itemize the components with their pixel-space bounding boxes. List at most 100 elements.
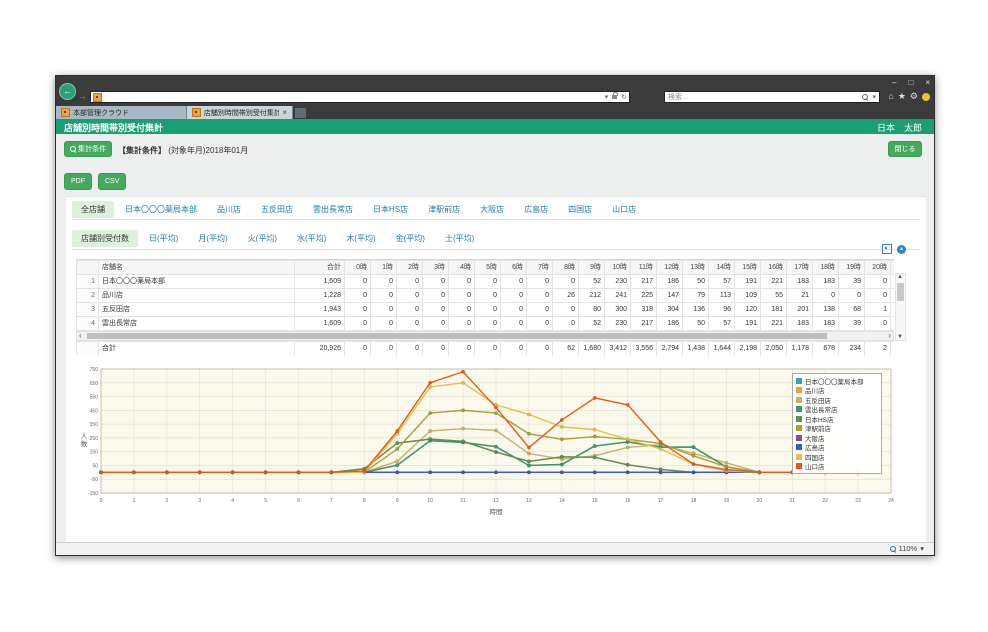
tab-close-icon[interactable]: × bbox=[279, 108, 287, 117]
svg-text:13: 13 bbox=[526, 498, 532, 504]
store-tab-10[interactable]: 山口店 bbox=[603, 201, 645, 218]
lock-icon bbox=[612, 95, 617, 99]
hour-total-cell: 2,794 bbox=[657, 342, 683, 356]
horizontal-scroll-thumb[interactable] bbox=[87, 333, 827, 339]
weekday-tab-2[interactable]: 月(平均) bbox=[189, 230, 236, 247]
forward-button[interactable]: → bbox=[78, 91, 87, 101]
horizontal-scrollbar[interactable]: ‹ › bbox=[76, 331, 894, 341]
row-number-header bbox=[77, 261, 99, 275]
hour-header: 13時 bbox=[683, 261, 709, 275]
hour-cell: 0 bbox=[501, 303, 527, 317]
legend-item: 津駅前店 bbox=[796, 424, 878, 434]
hour-total-cell: 1,680 bbox=[579, 342, 605, 356]
zoom-control[interactable]: 110% ▾ bbox=[890, 544, 924, 553]
browser-tab[interactable]: 本部管理クラウド bbox=[56, 106, 187, 119]
close-page-button[interactable]: 閉じる bbox=[888, 141, 922, 157]
store-tab-2[interactable]: 品川店 bbox=[208, 201, 250, 218]
hour-cell: 230 bbox=[605, 317, 631, 331]
hour-header: 21時 bbox=[891, 261, 895, 275]
zoom-dropdown-icon[interactable]: ▾ bbox=[920, 544, 924, 553]
weekday-tab-3[interactable]: 火(平均) bbox=[239, 230, 286, 247]
maximize-icon[interactable]: □ bbox=[908, 79, 913, 87]
legend-item: 大阪店 bbox=[796, 433, 878, 443]
total-cell: 1,228 bbox=[295, 289, 345, 303]
aggregate-condition-button[interactable]: 集計条件 bbox=[64, 141, 112, 157]
hour-total-cell: 1,644 bbox=[709, 342, 735, 356]
hour-header: 1時 bbox=[371, 261, 397, 275]
store-tab-6[interactable]: 津駅前店 bbox=[419, 201, 469, 218]
hour-cell: 0 bbox=[345, 275, 371, 289]
hour-cell: 0 bbox=[527, 317, 553, 331]
settings-gear-icon[interactable]: ⚙ bbox=[910, 90, 918, 103]
hour-cell: 230 bbox=[605, 275, 631, 289]
weekday-tab-7[interactable]: 土(平均) bbox=[436, 230, 483, 247]
scroll-up-icon[interactable]: ▲ bbox=[897, 274, 903, 280]
table-row: 4雲出長常店1,60900000000052230217186505719122… bbox=[77, 317, 895, 331]
legend-item: 四国店 bbox=[796, 452, 878, 462]
scroll-left-icon[interactable]: ‹ bbox=[79, 331, 82, 340]
store-tab-0[interactable]: 全店舗 bbox=[72, 201, 114, 218]
feedback-smiley-icon[interactable] bbox=[922, 93, 930, 101]
favicon-icon bbox=[93, 93, 102, 102]
hour-cell: 0 bbox=[475, 317, 501, 331]
store-tab-3[interactable]: 五反田店 bbox=[252, 201, 302, 218]
hour-header: 17時 bbox=[787, 261, 813, 275]
weekday-tab-4[interactable]: 水(平均) bbox=[288, 230, 335, 247]
total-header: 合計 bbox=[295, 261, 345, 275]
hour-total-cell: 2,198 bbox=[735, 342, 761, 356]
new-tab-button[interactable] bbox=[295, 108, 306, 118]
legend-item: 五反田店 bbox=[796, 395, 878, 405]
minimize-icon[interactable]: – bbox=[892, 79, 896, 87]
hour-total-cell: 0 bbox=[371, 342, 397, 356]
status-bar: 110% ▾ bbox=[56, 542, 934, 555]
vertical-scroll-thumb[interactable] bbox=[897, 283, 904, 301]
store-tab-7[interactable]: 大阪店 bbox=[471, 201, 513, 218]
browser-tab[interactable]: 店舗別時間帯別受付集計× bbox=[187, 106, 293, 119]
hour-cell: 221 bbox=[761, 317, 787, 331]
aggregate-condition-label: 集計条件 bbox=[78, 144, 106, 154]
legend-item: 広島店 bbox=[796, 443, 878, 453]
scroll-down-icon[interactable]: ▼ bbox=[897, 334, 903, 340]
weekday-tab-5[interactable]: 木(平均) bbox=[337, 230, 384, 247]
search-input[interactable]: 検索... ▾ bbox=[664, 91, 880, 103]
weekday-tab-0[interactable]: 店舗別受付数 bbox=[72, 230, 138, 247]
hour-cell: 55 bbox=[761, 289, 787, 303]
url-dropdown-icon[interactable]: ▾ bbox=[605, 93, 609, 101]
vertical-scrollbar[interactable]: ▲ ▼ bbox=[895, 273, 906, 341]
svg-text:-50: -50 bbox=[91, 477, 98, 483]
scroll-right-icon[interactable]: › bbox=[888, 331, 891, 340]
store-tab-5[interactable]: 日本HS店 bbox=[364, 201, 417, 218]
svg-text:21: 21 bbox=[789, 498, 795, 504]
window-close-icon[interactable]: × bbox=[925, 79, 930, 87]
hour-header: 12時 bbox=[657, 261, 683, 275]
weekday-tab-bar: 店舗別受付数日(平均)月(平均)火(平均)水(平均)木(平均)金(平均)土(平均… bbox=[72, 227, 920, 250]
store-tab-1[interactable]: 日本〇〇〇薬局本部 bbox=[116, 201, 206, 218]
hour-cell: 183 bbox=[813, 317, 839, 331]
refresh-icon[interactable]: ↻ bbox=[621, 93, 627, 101]
search-icon[interactable] bbox=[862, 94, 868, 100]
pdf-export-button[interactable]: PDF bbox=[64, 173, 92, 190]
search-dropdown-icon[interactable]: ▾ bbox=[872, 93, 876, 101]
csv-export-button[interactable]: CSV bbox=[98, 173, 126, 190]
hour-total-cell: 2,050 bbox=[761, 342, 787, 356]
weekday-tab-1[interactable]: 日(平均) bbox=[140, 230, 187, 247]
store-tab-4[interactable]: 雲出長常店 bbox=[304, 201, 362, 218]
hour-cell: 191 bbox=[735, 275, 761, 289]
svg-text:18: 18 bbox=[691, 498, 697, 504]
svg-text:50: 50 bbox=[92, 463, 98, 469]
collapse-circle-icon[interactable]: ▴ bbox=[897, 245, 906, 254]
forward-icon: → bbox=[78, 91, 87, 101]
fullscreen-icon[interactable] bbox=[882, 244, 892, 254]
store-tab-8[interactable]: 広島店 bbox=[515, 201, 557, 218]
back-button[interactable]: ← bbox=[59, 83, 76, 100]
store-tab-9[interactable]: 四国店 bbox=[559, 201, 601, 218]
totals-label: 合計 bbox=[99, 342, 295, 356]
hour-cell: 96 bbox=[709, 303, 735, 317]
favorites-star-icon[interactable]: ★ bbox=[898, 90, 906, 103]
hour-header: 14時 bbox=[709, 261, 735, 275]
home-icon[interactable]: ⌂ bbox=[888, 90, 893, 103]
hour-cell: 52 bbox=[579, 275, 605, 289]
weekday-tab-6[interactable]: 金(平均) bbox=[387, 230, 434, 247]
url-bar[interactable]: ▾ ↻ bbox=[90, 91, 630, 103]
total-cell: 1,943 bbox=[295, 303, 345, 317]
